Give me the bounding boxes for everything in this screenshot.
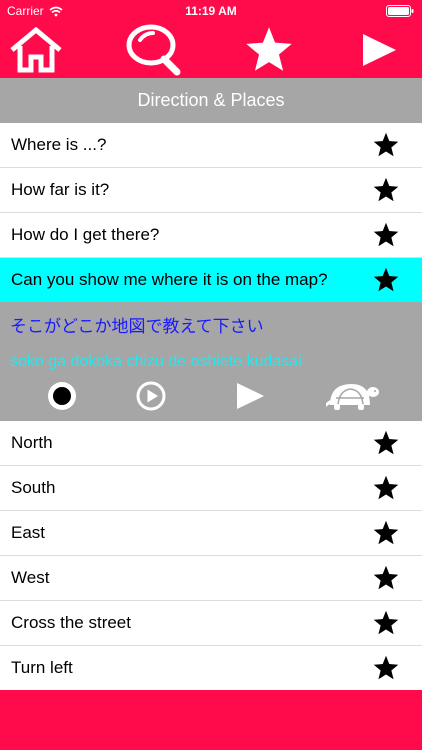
list-item-selected[interactable]: Can you show me where it is on the map? — [0, 258, 422, 303]
favorite-star-icon[interactable] — [372, 564, 400, 592]
play-button[interactable] — [356, 22, 402, 78]
phrase-list-top: Where is ...? How far is it? How do I ge… — [0, 123, 422, 303]
phrase-label: Can you show me where it is on the map? — [11, 270, 328, 289]
list-item[interactable]: West — [0, 556, 422, 601]
phrase-label: South — [11, 478, 56, 497]
phrase-label: Turn left — [11, 658, 73, 677]
top-toolbar — [0, 22, 422, 78]
slow-turtle-icon[interactable] — [326, 378, 380, 412]
star-icon — [246, 27, 292, 71]
list-item[interactable]: South — [0, 466, 422, 511]
section-header: Direction & Places — [0, 78, 422, 123]
play-icon[interactable] — [234, 380, 266, 412]
favorite-star-icon[interactable] — [372, 609, 400, 637]
play-icon — [363, 34, 396, 66]
japanese-translation: そこがどこか地図で教えて下さい — [10, 317, 264, 336]
play-recording-icon[interactable] — [135, 380, 167, 412]
phrase-label: North — [11, 433, 53, 452]
favorite-star-icon[interactable] — [372, 176, 400, 204]
phrase-label: West — [11, 568, 50, 587]
favorite-star-icon[interactable] — [372, 131, 400, 159]
favorite-star-icon[interactable] — [372, 221, 400, 249]
list-item[interactable]: Cross the street — [0, 601, 422, 646]
footer-bar — [0, 690, 422, 750]
list-item[interactable]: How do I get there? — [0, 213, 422, 258]
home-icon — [10, 27, 62, 73]
romaji-translation: soko ga dokoka chizu de oshiete kudasai — [10, 353, 302, 370]
status-bar: Carrier 11:19 AM — [0, 0, 422, 22]
home-button[interactable] — [8, 22, 64, 78]
favorite-star-icon[interactable] — [372, 519, 400, 547]
record-icon[interactable] — [46, 380, 78, 412]
phrase-label: Where is ...? — [11, 135, 107, 154]
status-time: 11:19 AM — [185, 4, 237, 18]
section-title: Direction & Places — [137, 90, 285, 110]
favorite-star-icon[interactable] — [372, 429, 400, 457]
phrase-label: How do I get there? — [11, 225, 160, 244]
translation-panel: そこがどこか地図で教えて下さい soko ga dokoka chizu de … — [0, 302, 422, 421]
list-item[interactable]: Where is ...? — [0, 123, 422, 168]
phrase-label: How far is it? — [11, 180, 110, 199]
favorite-star-icon[interactable] — [372, 266, 400, 294]
list-item[interactable]: North — [0, 421, 422, 466]
phrase-list-bottom: North South East West Cross the street T… — [0, 421, 422, 691]
search-icon — [126, 24, 181, 76]
search-button[interactable] — [124, 22, 184, 78]
phrase-label: East — [11, 523, 46, 542]
list-item[interactable]: How far is it? — [0, 168, 422, 213]
favorites-button[interactable] — [240, 22, 298, 78]
phrase-label: Cross the street — [11, 613, 131, 632]
list-item[interactable]: East — [0, 511, 422, 556]
list-item[interactable]: Turn left — [0, 646, 422, 691]
favorite-star-icon[interactable] — [372, 654, 400, 682]
battery-icon — [386, 5, 414, 17]
favorite-star-icon[interactable] — [372, 474, 400, 502]
